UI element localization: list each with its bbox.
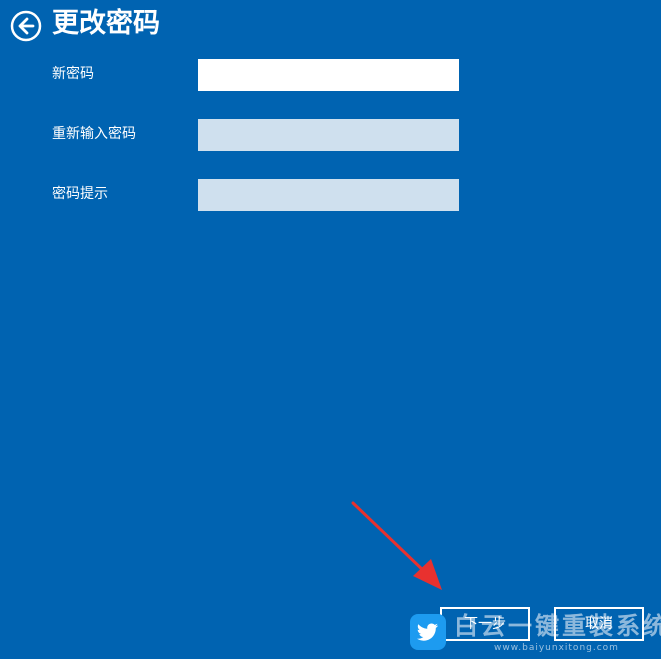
reenter-password-field[interactable] [198, 119, 459, 151]
change-password-page: 更改密码 新密码 重新输入密码 密码提示 下一步 取消 白云一键重装系统 www… [0, 0, 661, 659]
new-password-label: 新密码 [52, 66, 94, 82]
watermark-url: www.baiyunxitong.com [494, 643, 619, 653]
reenter-password-label: 重新输入密码 [52, 126, 136, 142]
back-arrow-icon[interactable] [10, 10, 42, 42]
next-button[interactable]: 下一步 [440, 607, 530, 641]
password-hint-field[interactable] [198, 179, 459, 211]
password-hint-label: 密码提示 [52, 186, 108, 202]
cancel-button[interactable]: 取消 [554, 607, 644, 641]
page-title: 更改密码 [52, 8, 160, 39]
annotation-arrow-icon [351, 501, 442, 590]
new-password-field[interactable] [198, 59, 459, 91]
